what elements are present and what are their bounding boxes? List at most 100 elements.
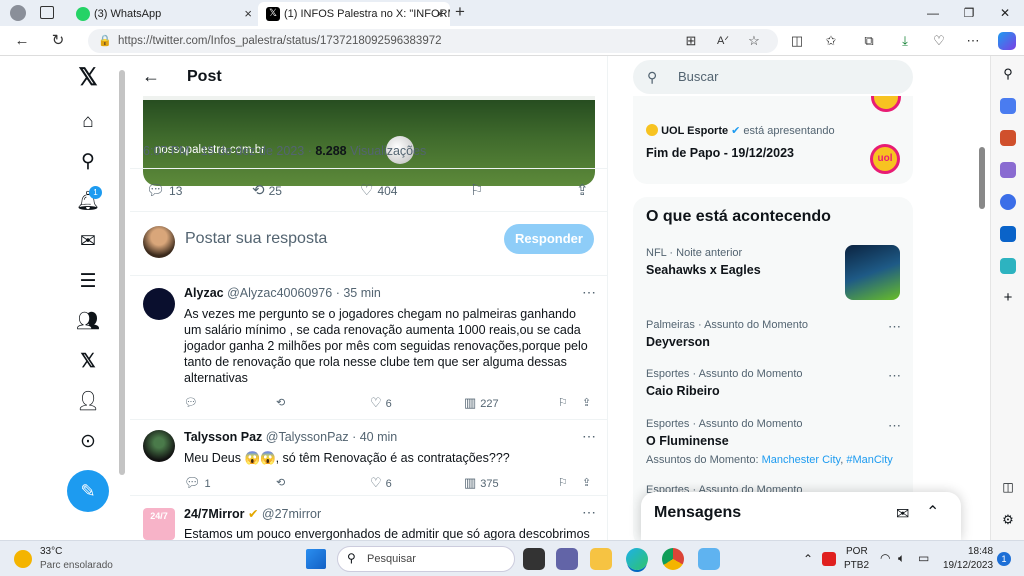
author-handle[interactable]: @TalyssonPaz · 40 min bbox=[266, 430, 398, 444]
author-handle[interactable]: @Alyzac40060976 · 35 min bbox=[227, 286, 381, 300]
reply-tweet[interactable]: Alyzac @Alyzac40060976 · 35 min ⋯ As vez… bbox=[130, 276, 607, 420]
weather-temp[interactable]: 33°C bbox=[40, 546, 62, 557]
notepad-icon[interactable] bbox=[698, 548, 720, 570]
url-field[interactable]: 🔒 https://twitter.com/Infos_palestra/sta… bbox=[88, 29, 778, 53]
like-button[interactable]: ♡ 404 bbox=[360, 181, 397, 201]
like-button[interactable]: ♡ 6 bbox=[370, 474, 392, 492]
microsoft-365-icon[interactable] bbox=[1000, 194, 1016, 210]
search-icon[interactable]: ⚲ bbox=[1000, 66, 1016, 82]
trend-item[interactable]: NFL · Noite anterior Seahawks x Eagles bbox=[646, 245, 901, 300]
back-arrow-icon[interactable]: ← bbox=[142, 66, 160, 87]
teams-chat-icon[interactable] bbox=[556, 548, 578, 570]
shopping-tag-icon[interactable] bbox=[1000, 98, 1016, 114]
reply-submit-button[interactable]: Responder bbox=[504, 224, 594, 254]
communities-icon[interactable]: 👥︎ bbox=[76, 310, 100, 334]
profile-icon[interactable]: 👤︎ bbox=[76, 390, 100, 414]
back-icon[interactable]: ← bbox=[12, 31, 32, 51]
post-timestamp[interactable]: 6:07 PM · 19 de dez de 2023 · bbox=[143, 144, 315, 158]
trend-item[interactable]: Esportes · Assunto do Momento Caio Ribei… bbox=[646, 368, 901, 398]
like-button[interactable]: ♡ 6 bbox=[370, 394, 392, 412]
maximize-icon[interactable]: ❐ bbox=[954, 0, 984, 26]
tab-whatsapp[interactable]: (3) WhatsApp × bbox=[68, 2, 258, 26]
notification-count-badge[interactable]: 1 bbox=[997, 552, 1011, 566]
trend-link[interactable]: Manchester City bbox=[762, 454, 841, 466]
outlook-icon[interactable] bbox=[1000, 226, 1016, 242]
tray-chevron-icon[interactable]: ⌃ bbox=[803, 552, 813, 566]
file-explorer-icon[interactable] bbox=[590, 548, 612, 570]
x-logo-icon[interactable]: 𝕏 bbox=[76, 66, 100, 90]
premium-x-icon[interactable]: 𝕏 bbox=[76, 350, 100, 374]
split-screen-icon[interactable]: ◫ bbox=[788, 32, 806, 50]
more-options-icon[interactable]: ⋯ bbox=[582, 504, 596, 521]
close-tab-icon[interactable]: × bbox=[436, 2, 444, 26]
bookmark-icon[interactable]: ⚐ bbox=[558, 474, 568, 492]
promo-title[interactable]: Fim de Papo - 19/12/2023 bbox=[646, 146, 794, 160]
avatar[interactable] bbox=[143, 288, 175, 320]
trend-item[interactable]: Palmeiras · Assunto do Momento Deyverson… bbox=[646, 319, 901, 349]
favorites-icon[interactable]: ✩ bbox=[822, 32, 840, 50]
avatar[interactable] bbox=[143, 430, 175, 462]
more-circle-icon[interactable]: ⊙ bbox=[76, 430, 100, 454]
tab-actions-icon[interactable] bbox=[40, 6, 54, 19]
promo-card[interactable]: UOL Esporte ✔ está apresentando Fim de P… bbox=[633, 96, 913, 184]
repost-icon[interactable]: ⟲ bbox=[276, 474, 285, 492]
share-button[interactable]: ⇪ bbox=[576, 181, 593, 201]
start-button[interactable] bbox=[306, 549, 326, 569]
avatar[interactable]: 24/7 bbox=[143, 508, 175, 540]
downloads-icon[interactable]: ⤓ bbox=[896, 32, 914, 50]
author-name[interactable]: Alyzac bbox=[184, 286, 224, 300]
promo-brand[interactable]: UOL Esporte bbox=[661, 125, 728, 137]
profile-icon[interactable] bbox=[10, 5, 26, 21]
search-input[interactable]: ⚲ Buscar bbox=[633, 60, 913, 94]
edge-icon[interactable] bbox=[626, 548, 648, 570]
views-button[interactable]: ▥ 375 bbox=[464, 474, 499, 492]
page-scrollbar[interactable] bbox=[119, 70, 125, 475]
messages-drawer[interactable]: Mensagens ✉ ⌃ bbox=[641, 492, 961, 540]
reply-icon[interactable]: 💬︎ bbox=[184, 394, 198, 412]
sidebar-toggle-icon[interactable]: ◫ bbox=[1000, 480, 1016, 496]
clock-date[interactable]: 19/12/2023 bbox=[943, 560, 993, 571]
settings-gear-icon[interactable]: ⚙ bbox=[1000, 512, 1016, 528]
keyboard-layout[interactable]: PTB2 bbox=[844, 560, 869, 571]
more-options-icon[interactable]: ⋯ bbox=[888, 418, 901, 434]
notifications-bell-icon[interactable]: 🔔︎ 1 bbox=[76, 186, 102, 214]
repost-icon[interactable]: ⟲ bbox=[276, 394, 285, 412]
compose-post-button[interactable]: ✎ bbox=[67, 470, 109, 512]
reply-button[interactable]: 💬︎ 13 bbox=[146, 181, 182, 201]
refresh-icon[interactable]: ↻ bbox=[48, 31, 68, 51]
lists-icon[interactable]: ☰ bbox=[76, 270, 100, 294]
more-options-icon[interactable]: ⋯ bbox=[582, 428, 596, 445]
taskbar-search[interactable]: ⚲ Pesquisar bbox=[337, 546, 515, 572]
taskview-icon[interactable] bbox=[523, 548, 545, 570]
collections-icon[interactable]: ⧉ bbox=[860, 32, 878, 50]
trend-link[interactable]: #ManCity bbox=[846, 454, 892, 466]
more-options-icon[interactable]: ⋯ bbox=[888, 368, 901, 384]
author-name[interactable]: 24/7Mirror bbox=[184, 507, 244, 521]
close-tab-icon[interactable]: × bbox=[244, 2, 252, 26]
copilot-icon[interactable] bbox=[998, 32, 1016, 50]
new-tab-button[interactable]: + bbox=[455, 2, 465, 22]
explore-search-icon[interactable]: ⚲ bbox=[76, 150, 100, 174]
user-avatar[interactable] bbox=[143, 226, 175, 258]
close-window-icon[interactable]: ✕ bbox=[990, 0, 1020, 26]
weather-desc[interactable]: Parc ensolarado bbox=[40, 560, 113, 571]
new-message-icon[interactable]: ✉ bbox=[896, 504, 909, 524]
more-menu-icon[interactable]: ⋯ bbox=[964, 32, 982, 50]
tools-icon[interactable] bbox=[1000, 130, 1016, 146]
reply-tweet[interactable]: 24/7 24/7Mirror ✔ @27mirror ⋯ Estamos um… bbox=[130, 496, 607, 540]
language-code[interactable]: POR bbox=[846, 546, 868, 557]
right-scrollbar[interactable] bbox=[979, 147, 985, 209]
repost-button[interactable]: ⟲ 25 bbox=[252, 181, 282, 201]
share-icon[interactable]: ⇪ bbox=[582, 394, 591, 412]
reply-input[interactable]: Postar sua resposta bbox=[185, 230, 327, 248]
author-handle[interactable]: @27mirror bbox=[262, 507, 321, 521]
more-options-icon[interactable]: ⋯ bbox=[888, 319, 901, 335]
favorite-star-icon[interactable]: ☆ bbox=[745, 32, 763, 50]
minimize-icon[interactable]: — bbox=[918, 0, 948, 26]
messages-envelope-icon[interactable]: ✉ bbox=[76, 230, 100, 254]
games-icon[interactable] bbox=[1000, 162, 1016, 178]
app-available-icon[interactable]: ⊞ bbox=[682, 32, 700, 50]
more-options-icon[interactable]: ⋯ bbox=[582, 284, 596, 301]
add-icon[interactable]: + bbox=[1000, 290, 1016, 306]
weather-sun-icon[interactable] bbox=[14, 550, 32, 568]
